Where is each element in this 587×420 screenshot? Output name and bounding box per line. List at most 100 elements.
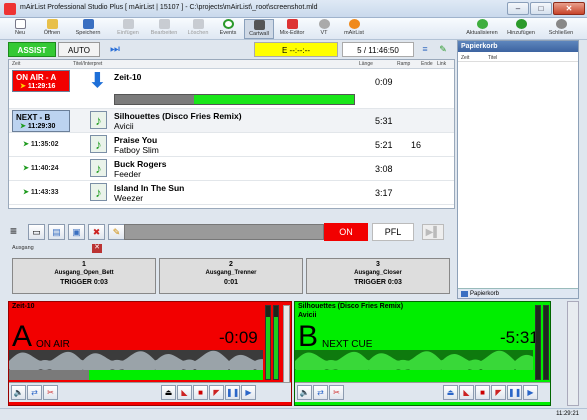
delete-icon — [192, 19, 204, 29]
window-title: mAirList Professional Studio Plus [ mAir… — [20, 4, 318, 11]
menu-icon[interactable]: ≡ — [10, 224, 24, 240]
paste-button[interactable]: Einfügen — [114, 19, 142, 39]
edit-icon[interactable]: ✎ — [108, 224, 125, 240]
eject-icon[interactable]: ⏏ — [443, 385, 458, 400]
col-title[interactable]: Titel — [488, 55, 497, 61]
stop-icon[interactable]: ■ — [193, 385, 208, 400]
mairlist-logo-icon — [348, 19, 360, 29]
close-button[interactable]: ✕ — [553, 2, 585, 15]
cartwall-icon — [253, 20, 265, 30]
on-button[interactable]: ON — [324, 223, 368, 241]
delete-button[interactable]: Löschen — [184, 19, 212, 39]
refresh-button[interactable]: Aktualisieren — [462, 19, 502, 39]
track-length: 3:17 — [375, 188, 393, 198]
vt-button[interactable]: VT — [310, 19, 338, 39]
player-title: Zeit-10 — [12, 303, 35, 310]
auto-button[interactable]: AUTO — [58, 42, 100, 57]
vertical-scrollbar[interactable] — [567, 301, 579, 406]
play-icon[interactable]: ▶ — [523, 385, 538, 400]
events-icon — [222, 19, 234, 29]
cartwall-button[interactable]: Cartwall — [244, 19, 274, 39]
fade-icon[interactable]: ◣ — [459, 385, 474, 400]
track-length: 3:08 — [375, 164, 393, 174]
cut-icon[interactable]: ✂ — [329, 385, 344, 400]
play-icon[interactable]: ▶ — [241, 385, 256, 400]
next-slot-badge: NEXT - B ➤ 11:29:30 — [12, 110, 70, 132]
ribbon-toolbar: Neu Öffnen Speichern Einfügen Bearbeiten… — [0, 18, 587, 40]
track-length: 5:21 — [375, 140, 393, 150]
open-icon[interactable]: ▤ — [48, 224, 65, 240]
track-artist: Feeder — [114, 169, 141, 179]
next-button[interactable]: ▶▌ — [422, 224, 444, 240]
vu-level — [266, 316, 270, 379]
new-button[interactable]: Neu — [6, 19, 34, 39]
col-title[interactable]: Titel/Interpret — [73, 61, 102, 67]
close-icon: ✕ — [565, 4, 573, 13]
playlist-row[interactable]: ➤ 11:35:02 ♪ Praise You Fatboy Slim 5:21 … — [9, 133, 454, 157]
mix-editor-button[interactable]: Mix-Editor — [277, 19, 307, 39]
skip-next-button[interactable]: ⏭ — [106, 42, 124, 57]
col-length[interactable]: Länge — [359, 61, 373, 67]
close-panel-button[interactable]: Schließen — [542, 19, 580, 39]
loop-icon[interactable]: ⇄ — [313, 385, 328, 400]
player-b-toolbar: 🔈 ⇄ ✂ ⏏ ◣ ■ ◤ ❚❚ ▶ — [295, 382, 550, 402]
event-timer: E --:--:-- — [254, 42, 338, 57]
col-link[interactable]: Link — [437, 61, 446, 67]
eject-icon[interactable]: ⏏ — [161, 385, 176, 400]
loop-icon[interactable]: ⇄ — [27, 385, 42, 400]
cue-icon[interactable]: ◤ — [209, 385, 224, 400]
mairlist-button[interactable]: mAirList — [340, 19, 368, 39]
ausgang-label: Ausgang — [12, 245, 34, 251]
cartwall-progress-strip — [124, 224, 324, 240]
open-button[interactable]: Öffnen — [38, 19, 66, 39]
track-title: Island In The Sun — [114, 183, 185, 193]
pfl-button[interactable]: PFL — [372, 223, 414, 241]
maximize-button[interactable]: □ — [530, 2, 552, 15]
edit-pencil-icon[interactable]: ✎ — [436, 43, 450, 56]
save-icon[interactable]: ▣ — [68, 224, 85, 240]
save-button[interactable]: Speichern — [74, 19, 102, 39]
assist-button[interactable]: ASSIST — [8, 42, 56, 57]
music-note-icon: ♪ — [90, 135, 107, 153]
playlist-row[interactable]: ➤ 11:40:24 ♪ Buck Rogers Feeder 3:08 — [9, 157, 454, 181]
edit-button[interactable]: Bearbeiten — [150, 19, 178, 39]
delete-icon[interactable]: ✖ — [88, 224, 105, 240]
minimize-button[interactable]: – — [507, 2, 529, 15]
events-button[interactable]: Events — [214, 19, 242, 39]
trigger-button[interactable]: 1 Ausgang_Open_Bett TRIGGER 0:03 — [12, 258, 156, 294]
col-end[interactable]: Ende — [421, 61, 433, 67]
track-length: 0:09 — [375, 77, 393, 87]
vu-level — [274, 316, 278, 379]
col-time[interactable]: Zeit — [12, 61, 20, 67]
close-icon[interactable]: ✕ — [92, 244, 102, 253]
onair-slot-badge: ON AIR - A ➤ 11:29:16 — [12, 70, 70, 92]
page-icon[interactable]: ▭ — [28, 224, 45, 240]
col-ramp[interactable]: Ramp — [397, 61, 410, 67]
track-ramp: 16 — [411, 140, 422, 150]
stop-icon[interactable]: ■ — [475, 385, 490, 400]
fade-icon[interactable]: ◣ — [177, 385, 192, 400]
vu-meter-right — [543, 305, 549, 380]
playlist-row-onair[interactable]: ON AIR - A ➤ 11:29:16 ⬇ Zeit-10 0:09 — [9, 69, 454, 109]
pause-icon[interactable]: ❚❚ — [507, 385, 522, 400]
add-button[interactable]: Hinzufügen — [502, 19, 540, 39]
folder-open-icon — [46, 19, 58, 29]
pause-icon[interactable]: ❚❚ — [225, 385, 240, 400]
playlist-row[interactable]: ➤ 11:43:33 ♪ Island In The Sun Weezer 3:1… — [9, 181, 454, 205]
list-view-icon[interactable]: ≡ — [418, 43, 432, 56]
status-time: 11:29:21 — [556, 411, 579, 417]
cut-icon[interactable]: ✂ — [43, 385, 58, 400]
volume-icon[interactable]: 🔈 — [11, 385, 26, 400]
volume-icon[interactable]: 🔈 — [297, 385, 312, 400]
mix-editor-icon — [286, 19, 298, 29]
document-new-icon — [14, 19, 26, 29]
trigger-button[interactable]: 2 Ausgang_Trenner 0:01 — [159, 258, 303, 294]
cue-icon[interactable]: ◤ — [491, 385, 506, 400]
arrow-down-icon: ⬇ — [89, 70, 106, 92]
playlist-row-next[interactable]: NEXT - B ➤ 11:29:30 ♪ Silhouettes (Disco… — [9, 109, 454, 133]
volume-fader[interactable] — [283, 305, 290, 385]
papierkorb-tab[interactable]: Papierkorb — [458, 288, 578, 298]
trigger-button[interactable]: 3 Ausgang_Closer TRIGGER 0:03 — [306, 258, 450, 294]
track-artist: Avicii — [114, 121, 134, 131]
col-time[interactable]: Zeit — [461, 55, 469, 61]
